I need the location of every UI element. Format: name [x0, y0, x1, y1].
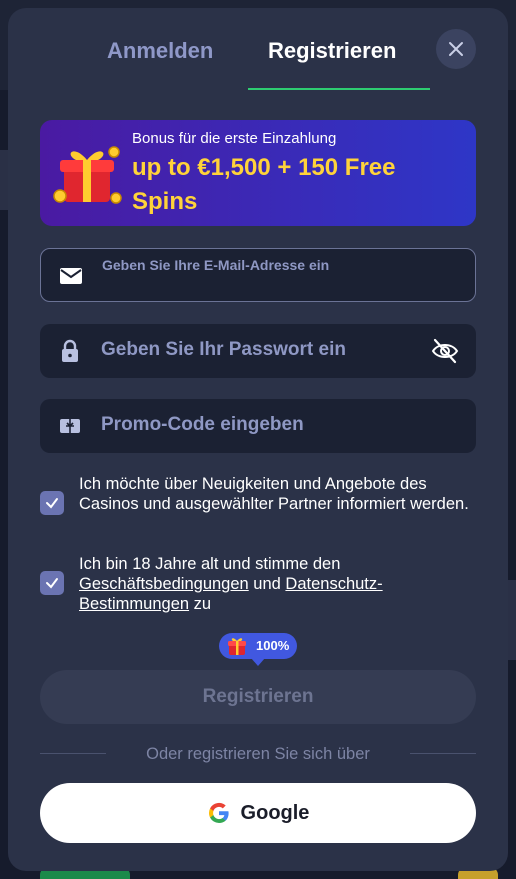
terms-text-after: zu: [189, 595, 212, 613]
eye-off-icon[interactable]: [430, 336, 460, 366]
close-icon: [449, 42, 463, 56]
checkmark-icon: [46, 578, 58, 589]
divider-line: [410, 753, 476, 754]
google-logo-icon: [208, 802, 229, 823]
close-button[interactable]: [436, 29, 476, 69]
news-consent-checkbox[interactable]: [40, 491, 64, 515]
bonus-progress-badge: 100%: [219, 633, 297, 666]
tab-register[interactable]: Registrieren: [268, 38, 396, 64]
lock-icon: [62, 339, 78, 362]
bonus-subtitle: Bonus für die erste Einzahlung: [132, 130, 337, 147]
ticket-icon: [60, 419, 80, 433]
background-edge: [0, 150, 8, 210]
envelope-icon: [60, 268, 82, 284]
terms-consent-row: Ich bin 18 Jahre alt und stimme den Gesc…: [40, 554, 480, 618]
tab-login[interactable]: Anmelden: [107, 38, 213, 64]
google-signup-button[interactable]: Google: [40, 783, 476, 843]
gift-icon: [228, 638, 246, 655]
progress-badge-label: 100%: [256, 638, 290, 653]
terms-consent-label: Ich bin 18 Jahre alt und stimme den Gesc…: [79, 554, 479, 614]
registration-modal: Anmelden Registrieren Bonus für die erst…: [8, 8, 508, 871]
password-field[interactable]: Geben Sie Ihr Passwort ein: [40, 324, 476, 378]
gift-box-icon: [53, 146, 122, 204]
terms-text-before: Ich bin 18 Jahre alt und stimme den: [79, 555, 341, 573]
news-consent-label: Ich möchte über Neuigkeiten und Angebote…: [79, 475, 469, 513]
register-submit-button[interactable]: Registrieren: [40, 670, 476, 724]
terms-consent-checkbox[interactable]: [40, 571, 64, 595]
divider-text: Oder registrieren Sie sich über: [146, 745, 370, 763]
google-button-label: Google: [240, 801, 310, 824]
badge-pointer: [251, 658, 265, 666]
alternative-signup-divider: Oder registrieren Sie sich über: [40, 742, 476, 766]
promo-code-placeholder: Promo-Code eingeben: [101, 414, 304, 435]
bonus-banner: Bonus für die erste Einzahlung up to €1,…: [40, 120, 476, 226]
checkmark-icon: [46, 498, 58, 509]
background-edge: [508, 580, 516, 660]
news-consent-row: Ich möchte über Neuigkeiten und Angebote…: [40, 474, 480, 538]
promo-code-field[interactable]: Promo-Code eingeben: [40, 399, 476, 453]
bonus-title: up to €1,500 + 150 Free Spins: [132, 154, 396, 215]
password-placeholder: Geben Sie Ihr Passwort ein: [101, 339, 346, 360]
email-placeholder: Geben Sie Ihre E-Mail-Adresse ein: [102, 257, 330, 273]
active-tab-indicator: [248, 88, 430, 90]
auth-tabs: Anmelden Registrieren: [8, 8, 508, 90]
terms-link[interactable]: Geschäftsbedingungen: [79, 575, 249, 593]
terms-text-middle: und: [248, 575, 286, 593]
email-field[interactable]: Geben Sie Ihre E-Mail-Adresse ein: [40, 248, 476, 302]
